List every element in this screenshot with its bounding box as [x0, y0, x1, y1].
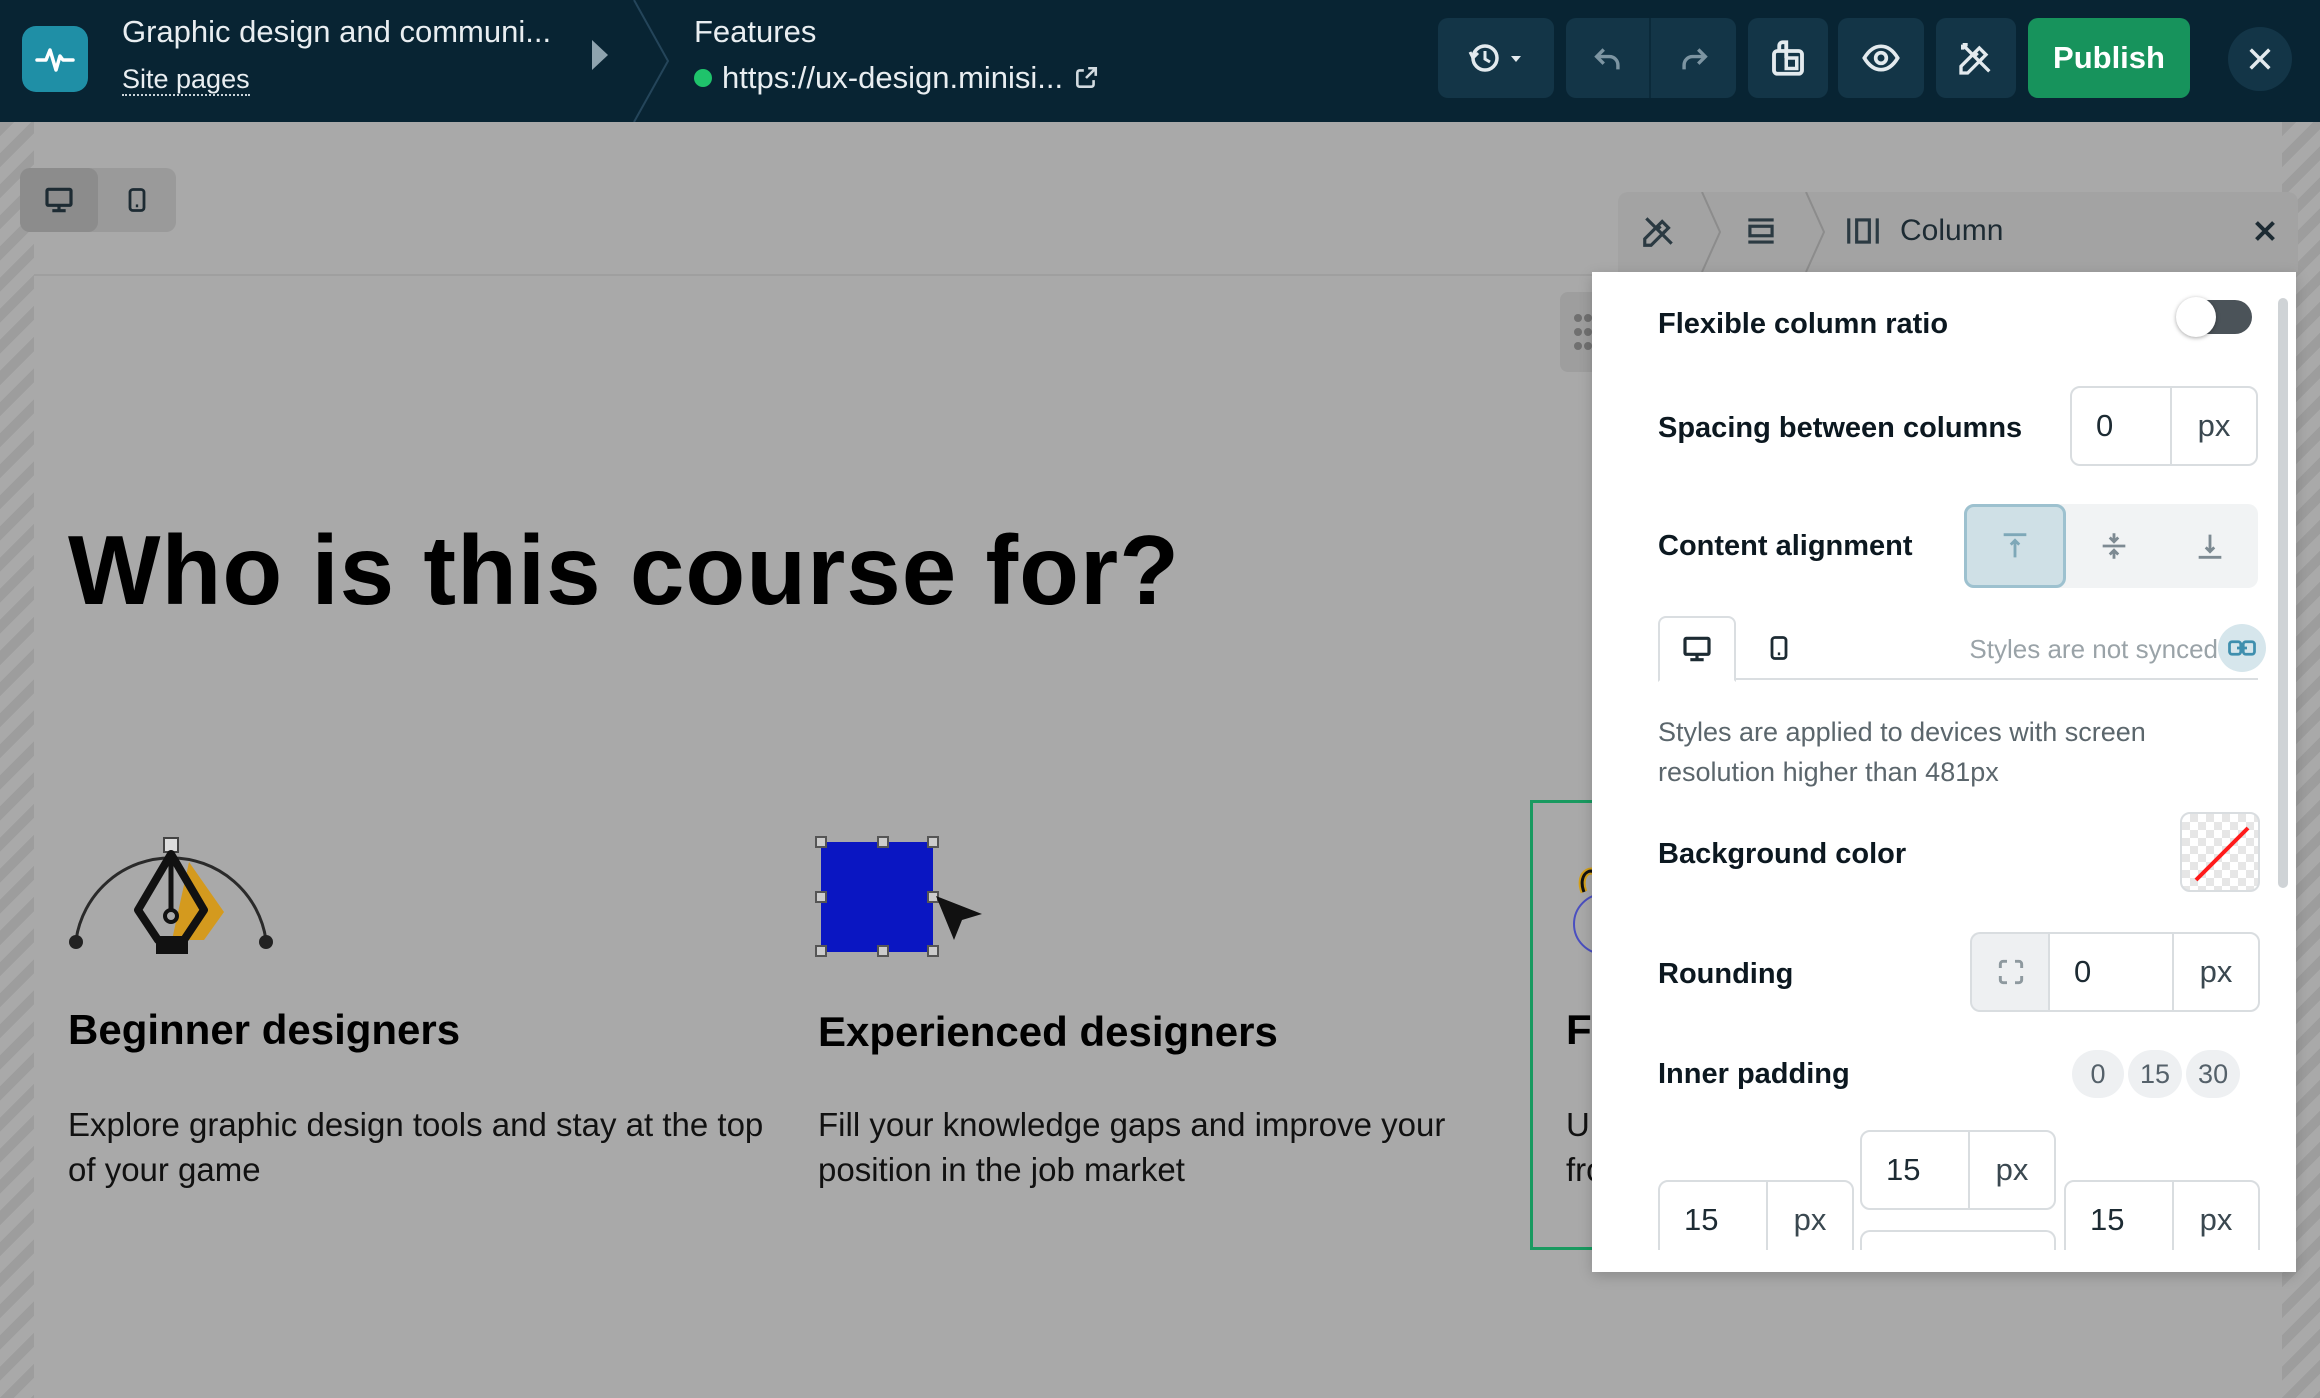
padding-left-value[interactable]: 15 — [1660, 1182, 1766, 1258]
rounding-corners-button[interactable] — [1970, 932, 2050, 1012]
undo-redo-group — [1566, 18, 1736, 98]
alignment-label: Content alignment — [1658, 530, 1913, 562]
sync-styles-button[interactable] — [2218, 624, 2266, 672]
rounding-input[interactable]: 0 px — [2048, 932, 2260, 1012]
device-hint-text: Styles are applied to devices with scree… — [1658, 717, 2146, 787]
card-title[interactable]: Beginner designers — [68, 1006, 460, 1054]
breadcrumb-divider — [1805, 192, 1826, 272]
pages-icon — [1772, 40, 1804, 76]
preview-icon — [1862, 44, 1900, 72]
redo-icon — [1681, 48, 1708, 70]
desktop-view-button[interactable] — [20, 168, 98, 232]
spacing-value[interactable]: 0 — [2072, 388, 2170, 464]
select-shape-icon — [815, 836, 982, 957]
align-top-button[interactable] — [1964, 504, 2066, 588]
panel-breadcrumb: Column — [1618, 192, 2298, 272]
history-icon — [1468, 44, 1521, 72]
link-icon — [2228, 640, 2256, 656]
mobile-view-button[interactable] — [98, 168, 176, 232]
rounding-value[interactable]: 0 — [2050, 934, 2172, 1010]
design-tools-icon[interactable] — [1640, 212, 1678, 250]
background-color-swatch[interactable] — [2180, 812, 2260, 892]
site-title[interactable]: Graphic design and communi... — [122, 14, 551, 50]
align-middle-icon — [2102, 533, 2126, 559]
device-switch — [20, 168, 176, 232]
breadcrumb-divider — [1701, 192, 1722, 272]
publish-button[interactable]: Publish — [2028, 18, 2190, 98]
padding-preset-0[interactable]: 0 — [2072, 1050, 2124, 1098]
align-middle-button[interactable] — [2066, 504, 2162, 588]
padding-right-input[interactable]: 15 px — [2064, 1180, 2260, 1260]
breadcrumb-divider — [633, 0, 670, 122]
close-panel-icon[interactable] — [2248, 214, 2282, 248]
section-heading[interactable]: Who is this course for? — [68, 514, 1180, 627]
panel-scrollbar[interactable] — [2278, 298, 2288, 888]
padding-left-input[interactable]: 15 px — [1658, 1180, 1854, 1260]
close-icon — [2249, 48, 2271, 70]
card-title[interactable]: Experienced designers — [818, 1008, 1278, 1056]
section-icon[interactable] — [1742, 212, 1780, 250]
app-logo-icon[interactable] — [22, 26, 88, 92]
close-editor-button[interactable] — [2228, 27, 2292, 91]
breadcrumb-arrow-icon[interactable] — [592, 40, 608, 70]
alignment-group — [1964, 504, 2258, 588]
spacing-unit[interactable]: px — [2170, 388, 2256, 464]
sync-status-text: Styles are not synced — [1969, 634, 2218, 664]
padding-right-value[interactable]: 15 — [2066, 1182, 2172, 1258]
column-icon[interactable] — [1844, 212, 1882, 250]
page-url-text[interactable]: https://ux-design.minisi... — [722, 60, 1063, 96]
undo-icon — [1593, 48, 1620, 70]
canvas-margin-left — [0, 122, 34, 1398]
redo-button[interactable] — [1651, 18, 1736, 98]
rounding-label: Rounding — [1658, 958, 1794, 990]
panel-title: Column — [1900, 214, 2004, 247]
preview-button[interactable] — [1838, 18, 1924, 98]
rounding-unit[interactable]: px — [2172, 934, 2258, 1010]
desktop-icon — [45, 187, 73, 213]
mobile-icon — [128, 188, 146, 212]
padding-presets: 0 15 30 — [2072, 1050, 2241, 1098]
device-style-tabs: Styles are not synced — [1658, 616, 2266, 682]
drag-handle-icon — [1574, 314, 1592, 350]
align-top-icon — [2003, 533, 2027, 558]
site-pages-link[interactable]: Site pages — [122, 64, 250, 96]
align-bottom-icon — [2198, 534, 2222, 559]
external-link-icon[interactable] — [1073, 65, 1099, 91]
background-label: Background color — [1658, 838, 1907, 870]
pages-button[interactable] — [1748, 18, 1828, 98]
padding-right-unit[interactable]: px — [2172, 1182, 2258, 1258]
padding-top-input[interactable]: 15 px — [1860, 1130, 2056, 1210]
spacing-input[interactable]: 0 px — [2070, 386, 2258, 466]
corners-icon — [1998, 959, 2024, 985]
undo-button[interactable] — [1566, 18, 1651, 98]
padding-top-value[interactable]: 15 — [1862, 1132, 1968, 1208]
page-url[interactable]: https://ux-design.minisi... — [694, 60, 1099, 96]
design-tools-icon — [1959, 43, 1991, 75]
spacing-label: Spacing between columns — [1658, 412, 2023, 444]
padding-label: Inner padding — [1658, 1058, 1850, 1090]
editor-topbar: Graphic design and communi... Site pages… — [0, 0, 2320, 122]
card-description[interactable]: Explore graphic design tools and stay at… — [68, 1102, 768, 1192]
column-settings-panel: Flexible column ratio Spacing between co… — [1592, 272, 2296, 1272]
padding-preset-15[interactable]: 15 — [2128, 1050, 2183, 1098]
padding-preset-30[interactable]: 30 — [2186, 1050, 2241, 1098]
panel-bottom-edge — [1592, 1250, 2296, 1272]
design-tools-button[interactable] — [1936, 18, 2016, 98]
padding-left-unit[interactable]: px — [1766, 1182, 1852, 1258]
flexible-ratio-toggle[interactable] — [2176, 297, 2252, 337]
published-status-icon — [694, 69, 712, 87]
align-bottom-button[interactable] — [2162, 504, 2258, 588]
card-description[interactable]: Fill your knowledge gaps and improve you… — [818, 1102, 1478, 1192]
page-name[interactable]: Features — [694, 14, 816, 50]
pen-tool-icon — [69, 837, 273, 954]
padding-top-unit[interactable]: px — [1968, 1132, 2054, 1208]
flexible-ratio-label: Flexible column ratio — [1658, 308, 1949, 340]
history-button[interactable] — [1438, 18, 1554, 98]
